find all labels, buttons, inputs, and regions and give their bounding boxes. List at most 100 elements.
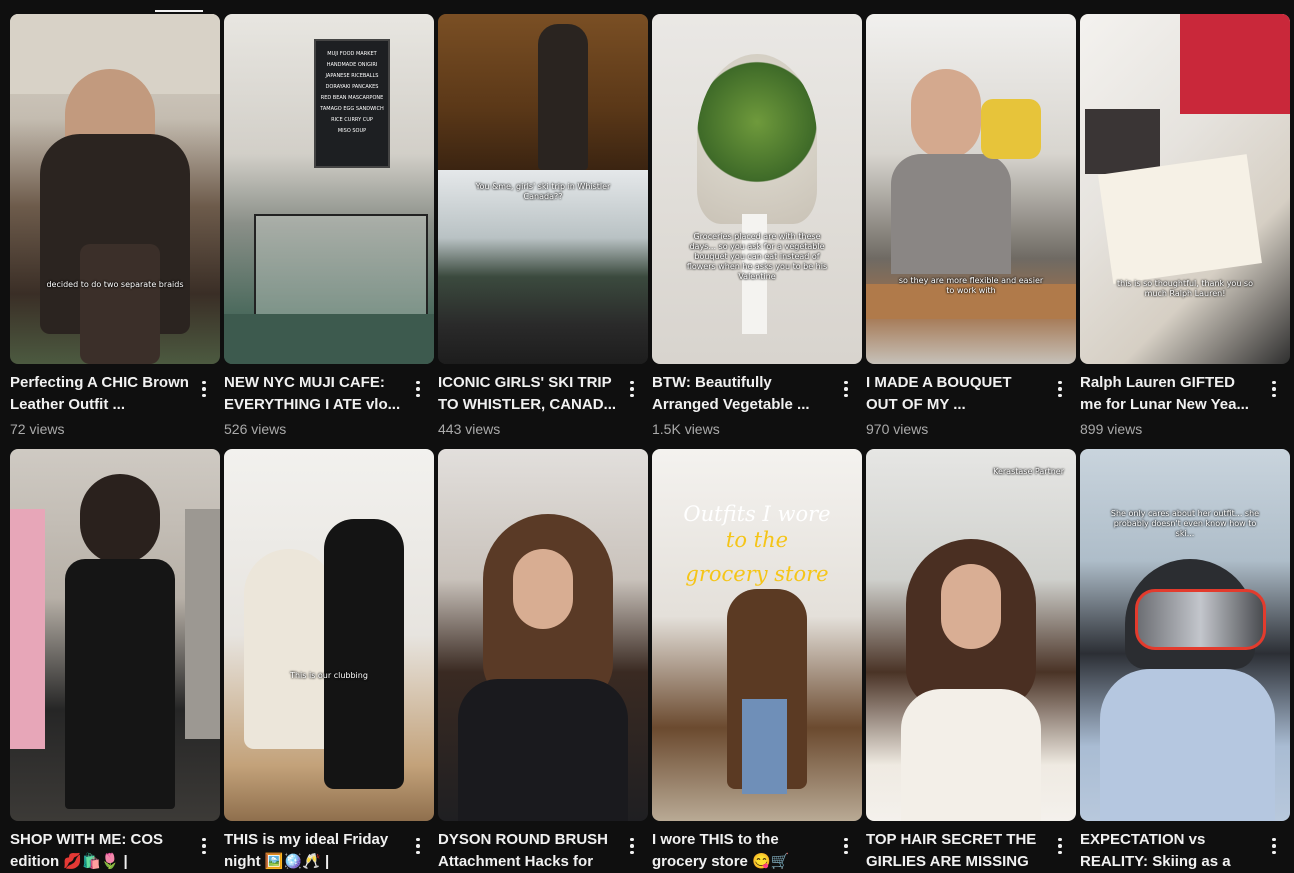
- video-title[interactable]: I MADE A BOUQUET OUT OF MY ...: [866, 372, 1046, 416]
- video-card[interactable]: MUJI FOOD MARKET HANDMADE ONIGIRI JAPANE…: [224, 14, 434, 449]
- more-options-icon[interactable]: [1266, 378, 1282, 400]
- more-options-icon[interactable]: [624, 835, 640, 857]
- gray-tray: [1085, 109, 1160, 174]
- person-hair: [80, 474, 160, 564]
- video-title[interactable]: TOP HAIR SECRET THE GIRLIES ARE MISSING: [866, 829, 1046, 873]
- menu-sign: MUJI FOOD MARKET HANDMADE ONIGIRI JAPANE…: [314, 39, 390, 168]
- more-options-icon[interactable]: [410, 835, 426, 857]
- view-count: 443 views: [438, 421, 501, 437]
- video-thumbnail[interactable]: This is our clubbing: [224, 449, 434, 821]
- ski-goggles: [1135, 589, 1266, 650]
- video-title[interactable]: Perfecting A CHIC Brown Leather Outfit .…: [10, 372, 190, 416]
- white-robe: [901, 689, 1041, 821]
- video-caption-overlay: You &me, girls' ski trip in Whistler Can…: [475, 182, 611, 201]
- video-card[interactable]: Groceries placed are with these days... …: [652, 14, 862, 449]
- video-thumbnail[interactable]: [438, 449, 648, 821]
- video-title[interactable]: NEW NYC MUJI CAFE: EVERYTHING I ATE vlo.…: [224, 372, 404, 416]
- more-options-icon[interactable]: [410, 378, 426, 400]
- gray-coat: [185, 509, 220, 739]
- black-outfit: [65, 559, 175, 809]
- view-count: 1.5K views: [652, 421, 720, 437]
- video-title-overlay: Outfits I wore: [683, 502, 831, 526]
- sign-line: DORAYAKI PANCAKES: [325, 84, 379, 90]
- person-silhouette: [538, 24, 588, 170]
- video-card[interactable]: She only cares about her outfit... she p…: [1080, 449, 1290, 870]
- video-thumbnail[interactable]: decided to do two separate braids: [10, 14, 220, 364]
- video-caption-overlay: This is our clubbing: [290, 671, 368, 680]
- gift-card: [1098, 154, 1262, 284]
- carrots: [981, 99, 1041, 159]
- sign-line: TAMAGO EGG SANDWICH: [320, 106, 384, 112]
- video-title[interactable]: THIS is my ideal Friday night 🖼️🪩🥂 |: [224, 829, 404, 873]
- top-tab-bar: [0, 0, 1294, 13]
- video-thumbnail[interactable]: this is so thoughtful, thank you so much…: [1080, 14, 1290, 364]
- more-options-icon[interactable]: [1052, 378, 1068, 400]
- video-card[interactable]: Kerastase Partner TOP HAIR SECRET THE GI…: [866, 449, 1076, 870]
- video-card[interactable]: This is our clubbing THIS is my ideal Fr…: [224, 449, 434, 870]
- view-count: 526 views: [224, 421, 287, 437]
- vegetable-bouquet: [697, 54, 817, 224]
- white-dress-person: [244, 549, 334, 749]
- more-options-icon[interactable]: [624, 378, 640, 400]
- video-title[interactable]: Ralph Lauren GIFTED me for Lunar New Yea…: [1080, 372, 1260, 416]
- clothing-rack: [10, 509, 45, 749]
- video-grid: decided to do two separate braids Perfec…: [10, 14, 1290, 870]
- video-title[interactable]: EXPECTATION vs REALITY: Skiing as a: [1080, 829, 1260, 873]
- more-options-icon[interactable]: [196, 835, 212, 857]
- sign-line: RED BEAN MASCARPONE: [320, 95, 384, 101]
- blue-jeans: [742, 699, 787, 794]
- video-caption-overlay: Groceries placed are with these days... …: [686, 232, 828, 281]
- video-thumbnail[interactable]: MUJI FOOD MARKET HANDMADE ONIGIRI JAPANE…: [224, 14, 434, 364]
- video-title[interactable]: BTW: Beautifully Arranged Vegetable ...: [652, 372, 832, 416]
- video-card[interactable]: so they are more flexible and easier to …: [866, 14, 1076, 449]
- black-dress-person: [324, 519, 404, 789]
- sign-line: HANDMADE ONIGIRI: [326, 62, 378, 68]
- video-card[interactable]: You &me, girls' ski trip in Whistler Can…: [438, 14, 648, 449]
- video-title[interactable]: DYSON ROUND BRUSH Attachment Hacks for: [438, 829, 618, 873]
- video-card[interactable]: decided to do two separate braids Perfec…: [10, 14, 220, 449]
- view-count: 72 views: [10, 421, 65, 437]
- view-count: 970 views: [866, 421, 929, 437]
- sign-line: MISO SOUP: [337, 128, 367, 134]
- video-thumbnail[interactable]: She only cares about her outfit... she p…: [1080, 449, 1290, 821]
- video-thumbnail[interactable]: Outfits I wore to the grocery store: [652, 449, 862, 821]
- video-card[interactable]: this is so thoughtful, thank you so much…: [1080, 14, 1290, 449]
- more-options-icon[interactable]: [838, 378, 854, 400]
- display-case: [254, 214, 428, 318]
- sign-line: JAPANESE RICEBALLS: [325, 73, 379, 79]
- more-options-icon[interactable]: [1052, 835, 1068, 857]
- thumbnail-bottom-panel: You &me, girls' ski trip in Whistler Can…: [438, 170, 648, 364]
- thumbnail-top-panel: [438, 14, 648, 170]
- video-thumbnail[interactable]: [10, 449, 220, 821]
- video-caption-overlay: this is so thoughtful, thank you so much…: [1117, 279, 1253, 298]
- video-thumbnail[interactable]: so they are more flexible and easier to …: [866, 14, 1076, 364]
- video-caption-overlay: She only cares about her outfit... she p…: [1110, 509, 1260, 538]
- person-face: [513, 549, 573, 629]
- video-title[interactable]: SHOP WITH ME: COS edition 💋🛍️🌷 |: [10, 829, 190, 873]
- view-count: 899 views: [1080, 421, 1143, 437]
- gray-cardigan: [891, 154, 1011, 274]
- person-face: [941, 564, 1001, 649]
- video-title[interactable]: I wore THIS to the grocery store 😋🛒: [652, 829, 832, 873]
- video-title-overlay: to the: [725, 528, 789, 552]
- video-title-overlay: grocery store: [685, 562, 829, 586]
- person-face: [911, 69, 981, 159]
- counter-top: [224, 314, 434, 364]
- video-title[interactable]: ICONIC GIRLS' SKI TRIP TO WHISTLER, CANA…: [438, 372, 618, 416]
- video-caption-overlay: so they are more flexible and easier to …: [898, 276, 1044, 295]
- video-card[interactable]: DYSON ROUND BRUSH Attachment Hacks for: [438, 449, 648, 870]
- video-card[interactable]: Outfits I wore to the grocery store I wo…: [652, 449, 862, 870]
- sign-line: RICE CURRY CUP: [331, 117, 373, 123]
- video-card[interactable]: SHOP WITH ME: COS edition 💋🛍️🌷 |: [10, 449, 220, 870]
- video-caption-overlay: decided to do two separate braids: [46, 280, 184, 289]
- puffer-jacket: [1100, 669, 1275, 821]
- more-options-icon[interactable]: [1266, 835, 1282, 857]
- more-options-icon[interactable]: [838, 835, 854, 857]
- video-thumbnail[interactable]: Groceries placed are with these days... …: [652, 14, 862, 364]
- red-gift-box: [1180, 14, 1290, 114]
- video-thumbnail[interactable]: You &me, girls' ski trip in Whistler Can…: [438, 14, 648, 364]
- leather-skirt: [80, 244, 160, 364]
- sign-line: MUJI FOOD MARKET: [327, 51, 377, 57]
- video-thumbnail[interactable]: Kerastase Partner: [866, 449, 1076, 821]
- more-options-icon[interactable]: [196, 378, 212, 400]
